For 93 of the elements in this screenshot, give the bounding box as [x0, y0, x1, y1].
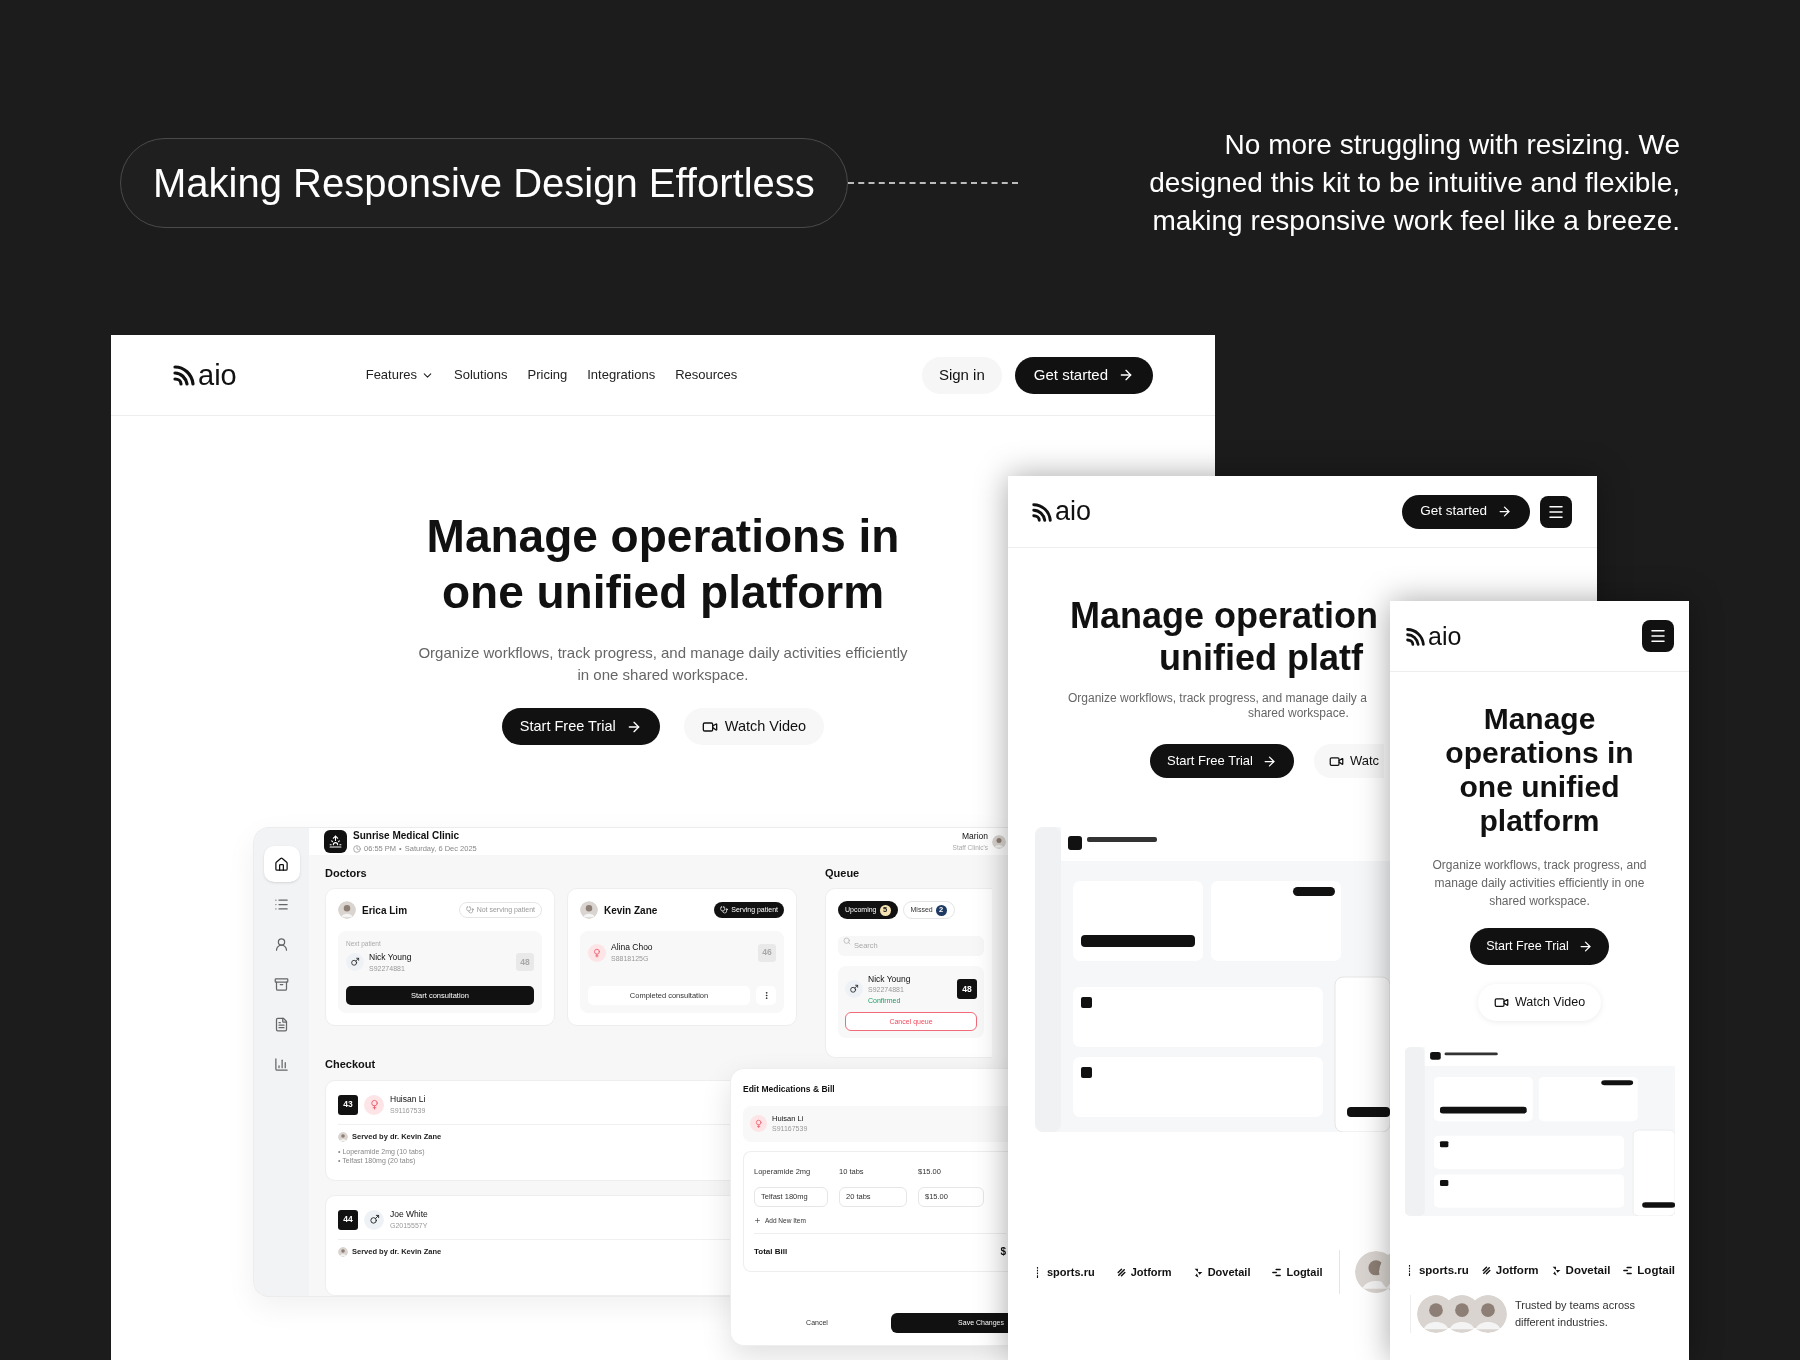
- arrow-right-icon: [1577, 939, 1593, 954]
- get-started-button[interactable]: Get started: [1014, 356, 1153, 394]
- avatar: [338, 901, 356, 919]
- headline: Making Responsive Design Effortless: [153, 160, 815, 207]
- total-amount: $: [1000, 1245, 1006, 1260]
- menu-button[interactable]: [1642, 620, 1674, 652]
- female-icon: [750, 1115, 767, 1133]
- home-icon: [274, 856, 289, 872]
- stethoscope-icon: [465, 906, 474, 914]
- section-title: Queue: [825, 866, 861, 881]
- hero-subtitle: Organize workflows, track progress, and manage daily activities efficiently in one shared workspace.: [418, 643, 908, 685]
- nav-link[interactable]: Features: [365, 365, 434, 385]
- user-name: Marion: [962, 830, 988, 843]
- hero-subtitle: Organize workflows, track progress, and manage daily activities efficiently in one shared workspace.: [1432, 857, 1647, 910]
- brand-name: Jotform: [1130, 1264, 1172, 1280]
- slashes-icon: [1115, 1266, 1127, 1278]
- doctor-name: Erica Lim: [362, 903, 408, 918]
- queue-number: 48: [516, 953, 534, 972]
- get-started-button[interactable]: Get started: [1402, 494, 1530, 529]
- stethoscope-icon: [720, 906, 729, 914]
- arrows-icon: [1192, 1266, 1204, 1278]
- patient-name: Huisan Li: [390, 1093, 426, 1106]
- watch-video-button[interactable]: Watch Video: [1477, 984, 1602, 1021]
- male-icon: [364, 1209, 384, 1230]
- trusted-text: Trusted by teams across different industries.: [1515, 1298, 1636, 1331]
- bar-chart-icon: [274, 1056, 289, 1072]
- dialog-title: Edit Medications & Bill: [743, 1083, 836, 1096]
- sidebar-item[interactable]: [263, 846, 300, 882]
- nav-link[interactable]: Pricing: [527, 365, 568, 385]
- bars-icon: [1271, 1266, 1283, 1278]
- logo-text: aio: [198, 360, 237, 390]
- list-icon: [274, 896, 289, 912]
- avatar: [338, 1246, 348, 1257]
- arrow-right-icon: [1497, 504, 1512, 519]
- logo-icon: [1405, 625, 1426, 647]
- nav-link[interactable]: Solutions: [454, 365, 508, 385]
- female-icon: [588, 943, 606, 962]
- section-title: Doctors: [325, 866, 368, 881]
- slashes-icon: [1480, 1265, 1492, 1277]
- hero-title: Manage operations in one unified platform: [426, 509, 900, 620]
- clock-icon: [353, 845, 361, 853]
- brand-name: Dovetail: [1565, 1263, 1611, 1278]
- brand-name: Dovetail: [1207, 1264, 1251, 1280]
- archive-icon: [274, 976, 289, 992]
- brand-name: sports.ru: [1418, 1263, 1469, 1278]
- section-title: Checkout: [325, 1057, 377, 1072]
- plus-icon: [754, 1216, 761, 1224]
- document-icon: [274, 1016, 289, 1032]
- menu-button[interactable]: [1540, 495, 1572, 528]
- queue-number: 48: [957, 979, 977, 1000]
- arrow-right-icon: [1261, 753, 1277, 769]
- brand-name: Jotform: [1495, 1263, 1539, 1278]
- watch-video-button[interactable]: Watc: [1313, 744, 1384, 778]
- watch-video-button[interactable]: Watch Video: [683, 708, 825, 745]
- bars-icon: [1622, 1265, 1634, 1277]
- hero-title: Manage operations in one unified platform: [1445, 702, 1634, 838]
- queue-number: 46: [758, 943, 776, 962]
- patient-name: Joe White: [390, 1208, 428, 1221]
- start-trial-button[interactable]: Start Free Trial: [501, 708, 660, 745]
- logo-icon: [172, 363, 196, 387]
- patient-name: Alina Choo: [611, 941, 653, 954]
- male-icon: [845, 980, 863, 999]
- sign-in-button[interactable]: Sign in: [921, 356, 1002, 394]
- start-trial-button[interactable]: Start Free Trial: [1470, 928, 1609, 965]
- logo-icon: [1031, 500, 1053, 523]
- patient-name: Nick Young: [369, 950, 412, 964]
- hero-title: Manage operation unified platf: [1070, 595, 1379, 679]
- brand-name: Logtail: [1637, 1263, 1676, 1278]
- brand-name: Logtail: [1286, 1264, 1323, 1280]
- search-icon: [843, 937, 851, 945]
- video-icon: [1493, 995, 1509, 1010]
- doctor-name: Kevin Zane: [604, 903, 658, 918]
- arrow-right-icon: [1118, 367, 1134, 383]
- avatar: [338, 1131, 348, 1142]
- patient-name: Nick Young: [868, 972, 911, 986]
- total-label: Total Bill: [754, 1245, 788, 1258]
- hero-subtitle: Organize workflows, track progress, and manage daily a shared workspace.: [1068, 691, 1367, 721]
- start-trial-button[interactable]: Start Free Trial: [1150, 744, 1294, 778]
- brand-name: sports.ru: [1047, 1264, 1095, 1280]
- queue-number: 43: [338, 1094, 358, 1115]
- clinic-name: Sunrise Medical Clinic: [353, 829, 461, 844]
- logo-text: aio: [1428, 623, 1462, 649]
- male-icon: [346, 953, 364, 972]
- arrows-icon: [1550, 1265, 1562, 1277]
- person-icon: [274, 936, 289, 952]
- nav-link[interactable]: Resources: [675, 365, 738, 385]
- intro-text: No more struggling with resizing. We designed this kit to be intuitive and flexible, making responsive work feel like a breeze.: [1149, 128, 1680, 238]
- logo-text: aio: [1055, 498, 1092, 525]
- queue-number: 44: [338, 1209, 358, 1230]
- avatar: [580, 901, 598, 919]
- female-icon: [364, 1094, 384, 1115]
- nav-link[interactable]: Integrations: [587, 365, 656, 385]
- menu-icon: [1649, 627, 1667, 645]
